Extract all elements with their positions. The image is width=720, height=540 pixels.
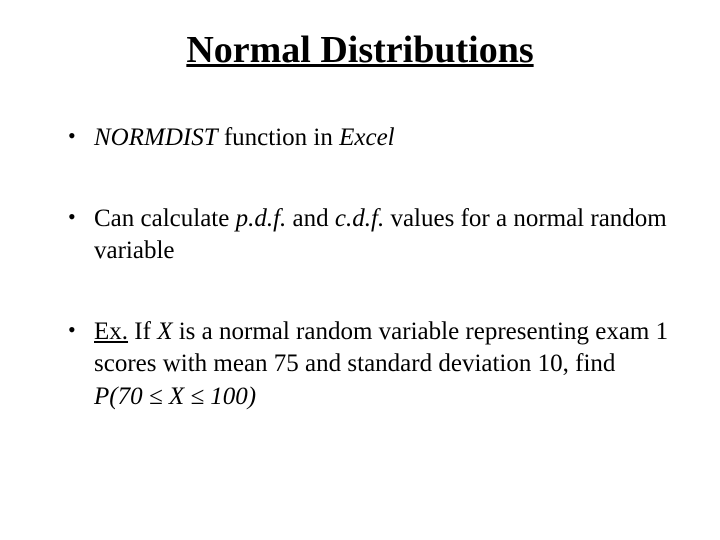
bullet1-mid: function in xyxy=(218,124,340,151)
excel-app-name: Excel xyxy=(339,124,395,151)
probability-formula: P(70 ≤ X ≤ 100) xyxy=(94,383,256,410)
bullet-item-calc: Can calculate p.d.f. and c.d.f. values f… xyxy=(68,203,670,268)
bullet2-and: and xyxy=(286,205,335,232)
bullet3-sp: If xyxy=(128,318,157,345)
bullet2-pre: Can calculate xyxy=(94,205,236,232)
bullet3-rest: is a normal random variable representing… xyxy=(94,318,668,378)
slide-title: Normal Distributions xyxy=(50,28,670,72)
cdf-abbrev: c.d.f. xyxy=(335,205,384,232)
bullet-list: NORMDIST function in Excel Can calculate… xyxy=(50,122,670,413)
pdf-abbrev: p.d.f. xyxy=(236,205,287,232)
bullet-item-example: Ex. If X is a normal random variable rep… xyxy=(68,316,670,414)
bullet-item-normdist: NORMDIST function in Excel xyxy=(68,122,670,155)
random-variable-x: X xyxy=(157,318,172,345)
example-label: Ex. xyxy=(94,318,128,345)
normdist-function-name: NORMDIST xyxy=(94,124,218,151)
